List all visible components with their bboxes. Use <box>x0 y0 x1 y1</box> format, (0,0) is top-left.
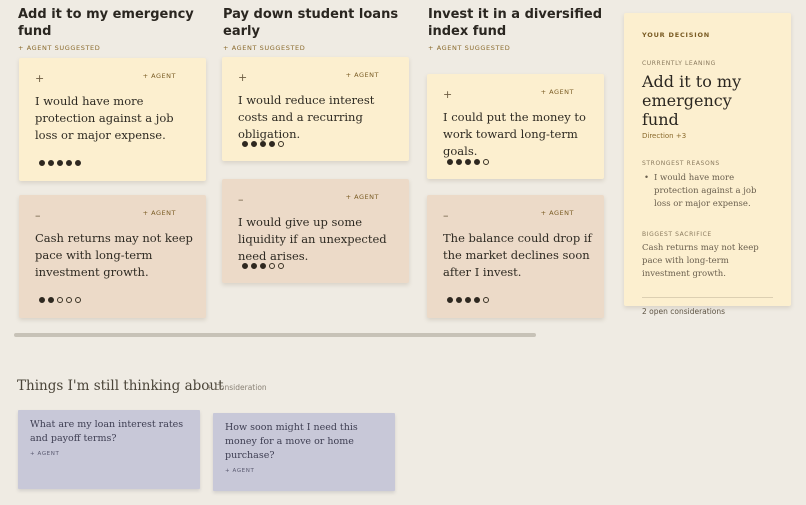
rating-dot-filled[interactable] <box>242 263 248 269</box>
pro-card[interactable]: + + Agent I would reduce interest costs … <box>222 57 409 161</box>
agent-tag: + Agent <box>225 468 255 474</box>
rating-dot-filled[interactable] <box>465 297 471 303</box>
agent-tag: + Agent <box>345 71 379 79</box>
agent-tag: + Agent <box>30 451 60 457</box>
pro-card[interactable]: + + Agent I could put the money to work … <box>427 74 604 179</box>
decision-panel: Your decision Currently leaning Add it t… <box>624 13 791 316</box>
leaning-option: Add it to my emergency fund <box>642 72 742 129</box>
rating-dots[interactable] <box>39 297 81 303</box>
rating-dot-empty[interactable] <box>278 263 284 269</box>
minus-icon: – <box>443 209 449 222</box>
rating-dots[interactable] <box>242 263 284 269</box>
card-text: I would give up some liquidity if an une… <box>238 215 387 263</box>
leaning-label: Currently leaning <box>642 60 716 67</box>
rating-dots[interactable] <box>39 160 81 166</box>
option-column-emergency-fund: Add it to my emergency fund + Agent sugg… <box>18 6 208 52</box>
con-card[interactable]: – + Agent I would give up some liquidity… <box>222 179 409 283</box>
consideration-card[interactable]: How soon might I need this money for a m… <box>213 413 395 491</box>
plus-icon: + <box>238 71 248 84</box>
rating-dot-filled[interactable] <box>260 141 266 147</box>
considerations-heading: Things I'm still thinking about <box>17 378 224 394</box>
rating-dot-empty[interactable] <box>483 297 489 303</box>
agent-tag: + Agent <box>540 209 574 217</box>
horizontal-scrollbar[interactable] <box>14 333 536 337</box>
minus-icon: – <box>35 209 41 222</box>
rating-dot-filled[interactable] <box>48 297 54 303</box>
reason-item: I would have more protection against a j… <box>642 172 773 211</box>
rating-dot-empty[interactable] <box>269 263 275 269</box>
decision-heading: Your decision <box>642 31 711 39</box>
con-card[interactable]: – + Agent Cash returns may not keep pace… <box>19 195 206 318</box>
divider <box>642 297 773 298</box>
rating-dot-filled[interactable] <box>447 297 453 303</box>
sacrifice-text: Cash returns may not keep pace with long… <box>642 243 759 279</box>
card-text: The balance could drop if the market dec… <box>443 231 592 279</box>
direction-score: Direction +3 <box>642 132 687 140</box>
rating-dot-filled[interactable] <box>242 141 248 147</box>
rating-dot-filled[interactable] <box>465 159 471 165</box>
rating-dot-filled[interactable] <box>66 160 72 166</box>
rating-dot-filled[interactable] <box>39 160 45 166</box>
rating-dot-empty[interactable] <box>75 297 81 303</box>
consideration-card[interactable]: What are my loan interest rates and payo… <box>18 410 200 489</box>
agent-tag: + Agent <box>142 72 176 80</box>
rating-dot-filled[interactable] <box>39 297 45 303</box>
agent-tag: + Agent <box>345 193 379 201</box>
option-column-index-fund: Invest it in a diversified index fund + … <box>428 6 618 52</box>
rating-dot-filled[interactable] <box>57 160 63 166</box>
card-text: I could put the money to work toward lon… <box>443 110 586 158</box>
rating-dots[interactable] <box>447 297 489 303</box>
card-text: I would have more protection against a j… <box>35 94 174 142</box>
option-title: Pay down student loans early <box>223 7 399 39</box>
rating-dots[interactable] <box>242 141 284 147</box>
rating-dot-empty[interactable] <box>483 159 489 165</box>
plus-icon: + <box>443 88 453 101</box>
rating-dot-filled[interactable] <box>474 297 480 303</box>
card-text: I would reduce interest costs and a recu… <box>238 93 375 141</box>
rating-dot-filled[interactable] <box>447 159 453 165</box>
card-text: Cash returns may not keep pace with long… <box>35 231 193 279</box>
agent-tag: + Agent <box>142 209 176 217</box>
rating-dot-filled[interactable] <box>251 263 257 269</box>
option-column-student-loans: Pay down student loans early + Agent sug… <box>223 6 413 52</box>
rating-dot-filled[interactable] <box>474 159 480 165</box>
rating-dot-empty[interactable] <box>57 297 63 303</box>
reasons-label: Strongest reasons <box>642 160 720 167</box>
minus-icon: – <box>238 193 244 206</box>
rating-dot-filled[interactable] <box>251 141 257 147</box>
option-title: Add it to my emergency fund <box>18 7 194 39</box>
consideration-text: How soon might I need this money for a m… <box>225 422 358 461</box>
rating-dot-filled[interactable] <box>75 160 81 166</box>
pro-card[interactable]: + + Agent I would have more protection a… <box>19 58 206 181</box>
agent-suggested-badge: + Agent suggested <box>18 44 101 52</box>
rating-dot-filled[interactable] <box>269 141 275 147</box>
open-considerations-count[interactable]: 2 open considerations <box>642 307 773 316</box>
rating-dot-filled[interactable] <box>456 159 462 165</box>
add-consideration-button[interactable]: + Consideration <box>206 383 267 392</box>
consideration-text: What are my loan interest rates and payo… <box>30 419 184 444</box>
sacrifice-label: Biggest sacrifice <box>642 231 712 238</box>
agent-tag: + Agent <box>540 88 574 96</box>
rating-dot-filled[interactable] <box>260 263 266 269</box>
option-title: Invest it in a diversified index fund <box>428 7 603 39</box>
agent-suggested-badge: + Agent suggested <box>223 44 306 52</box>
rating-dot-empty[interactable] <box>66 297 72 303</box>
plus-icon: + <box>35 72 45 85</box>
rating-dot-filled[interactable] <box>48 160 54 166</box>
agent-suggested-badge: + Agent suggested <box>428 44 511 52</box>
rating-dot-empty[interactable] <box>278 141 284 147</box>
con-card[interactable]: – + Agent The balance could drop if the … <box>427 195 604 318</box>
rating-dot-filled[interactable] <box>456 297 462 303</box>
rating-dots[interactable] <box>447 159 489 165</box>
